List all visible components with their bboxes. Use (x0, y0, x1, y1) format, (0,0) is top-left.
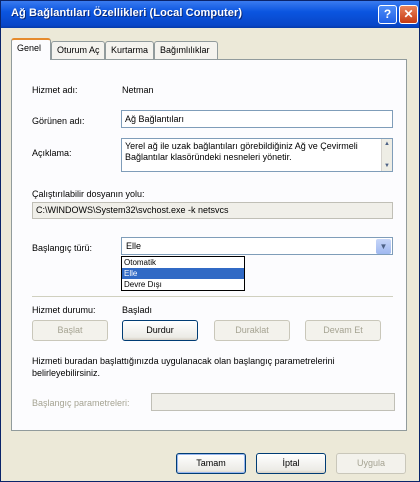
separator (32, 296, 393, 297)
option-manual[interactable]: Elle (122, 268, 244, 279)
service-name-value: Netman (122, 85, 154, 95)
start-button[interactable]: Başlat (32, 320, 108, 341)
cancel-button[interactable]: İptal (256, 453, 326, 474)
help-button[interactable]: ? (378, 5, 397, 24)
tab-dependencies[interactable]: Bağımlılıklar (154, 41, 218, 59)
tab-recovery[interactable]: Kurtarma (105, 41, 154, 59)
stop-button[interactable]: Durdur (122, 320, 198, 341)
service-status-label: Hizmet durumu: (32, 305, 96, 315)
close-button[interactable]: ✕ (399, 5, 418, 24)
startup-type-value: Elle (126, 241, 142, 251)
pause-button[interactable]: Duraklat (214, 320, 290, 341)
start-params-field[interactable] (151, 393, 395, 411)
service-status-value: Başladı (122, 305, 153, 315)
description-field[interactable]: Yerel ağ ile uzak bağlantıları görebildi… (121, 138, 393, 172)
description-text: Yerel ağ ile uzak bağlantıları görebildi… (125, 141, 358, 162)
description-label: Açıklama: (32, 148, 72, 158)
window-title: Ağ Bağlantıları Özellikleri (Local Compu… (11, 7, 243, 19)
tab-general[interactable]: Genel (11, 38, 51, 60)
properties-dialog: Ağ Bağlantıları Özellikleri (Local Compu… (0, 0, 420, 482)
start-params-label: Başlangıç parametreleri: (32, 398, 130, 408)
startup-type-select[interactable]: Elle ▼ (121, 237, 393, 255)
description-scrollbar[interactable]: ▲ ▼ (381, 139, 392, 171)
option-disabled[interactable]: Devre Dışı (122, 279, 244, 290)
display-name-field[interactable]: Ağ Bağlantıları (121, 110, 393, 128)
display-name-label: Görünen adı: (32, 116, 85, 126)
path-field: C:\WINDOWS\System32\svchost.exe -k netsv… (32, 202, 393, 219)
option-automatic[interactable]: Otomatik (122, 257, 244, 268)
tab-log-on[interactable]: Oturum Aç (51, 41, 105, 59)
chevron-down-icon[interactable]: ▼ (376, 239, 391, 254)
path-label: Çalıştırılabilir dosyanın yolu: (32, 189, 145, 199)
scroll-down-icon[interactable]: ▼ (383, 162, 391, 170)
ok-button[interactable]: Tamam (176, 453, 246, 474)
resume-button[interactable]: Devam Et (305, 320, 381, 341)
title-bar[interactable]: Ağ Bağlantıları Özellikleri (Local Compu… (1, 1, 419, 28)
scroll-up-icon[interactable]: ▲ (383, 140, 391, 148)
service-name-label: Hizmet adı: (32, 85, 78, 95)
startup-type-label: Başlangıç türü: (32, 243, 93, 253)
general-tab-panel: Hizmet adı: Netman Görünen adı: Ağ Bağla… (11, 59, 407, 431)
startup-type-dropdown: Otomatik Elle Devre Dışı (121, 256, 245, 291)
start-params-help-text: Hizmeti buradan başlattığınızda uygulana… (32, 356, 335, 378)
apply-button[interactable]: Uygula (336, 453, 406, 474)
